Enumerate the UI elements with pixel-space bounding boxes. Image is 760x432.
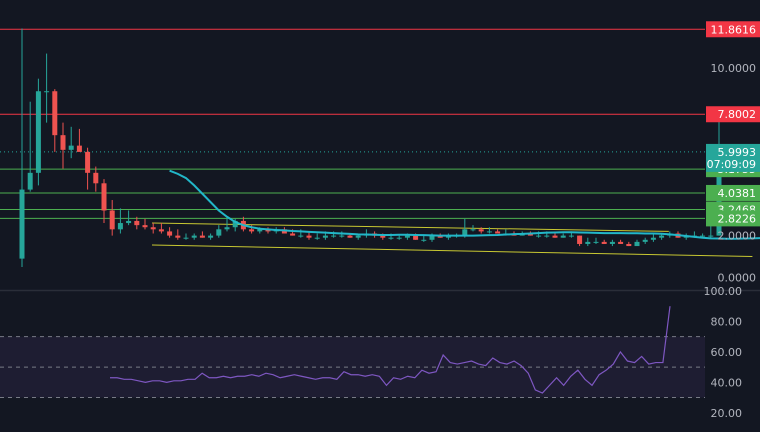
candle-body: [404, 235, 410, 238]
candle-body: [618, 241, 624, 244]
candle-body: [35, 91, 41, 173]
level-label: 11.8616: [711, 23, 757, 36]
level-label: 7.8002: [718, 108, 757, 121]
candle-body: [27, 172, 33, 190]
candle-body: [585, 241, 591, 244]
candle-body: [158, 229, 164, 232]
candle-body: [290, 233, 296, 236]
candle-body: [413, 235, 419, 240]
candle-body: [634, 241, 640, 247]
candle-body: [331, 235, 337, 237]
candle-body: [85, 151, 91, 173]
candle-body: [101, 183, 107, 211]
rsi-axis-tick-label: 20.00: [711, 407, 743, 420]
candle-body: [150, 227, 156, 230]
rsi-axis-tick-label: 40.00: [711, 376, 743, 389]
candle-body: [298, 235, 304, 237]
candle-body: [208, 235, 214, 238]
candle-body: [601, 241, 607, 244]
candle-body: [339, 235, 345, 237]
candle-body: [183, 237, 189, 239]
price-axis-tick-label: 2.0000: [718, 230, 757, 243]
candle-body: [552, 235, 558, 238]
rsi-axis-tick-label: 80.00: [711, 315, 743, 328]
candle-body: [650, 237, 656, 240]
price-axis-tick-label: 0.0000: [718, 271, 757, 284]
candle-body: [642, 239, 648, 242]
candle-body: [117, 223, 123, 230]
candle-body: [322, 235, 328, 238]
candle-body: [249, 229, 255, 232]
candle-body: [76, 145, 82, 152]
candle-body: [167, 231, 173, 236]
candle-body: [700, 235, 706, 237]
candle-body: [536, 235, 542, 237]
candle-body: [19, 189, 25, 259]
candle-body: [478, 229, 484, 232]
candle-body: [577, 235, 583, 244]
candle-body: [388, 237, 394, 239]
candle-body: [626, 243, 632, 247]
candle-body: [68, 145, 74, 150]
candle-body: [568, 235, 574, 237]
candle-body: [52, 91, 58, 136]
candle-body: [396, 237, 402, 239]
candle-body: [224, 227, 230, 230]
candle-body: [593, 241, 599, 243]
candle-body: [126, 220, 132, 224]
candle-body: [44, 91, 50, 93]
candle-body: [355, 235, 361, 238]
trading-chart: 10.00002.00000.000011.86167.80025.17554.…: [0, 0, 760, 428]
candle-body: [708, 235, 714, 237]
candle-body: [109, 210, 115, 230]
candle-body: [306, 235, 312, 238]
countdown-label: 07:09:09: [707, 158, 756, 171]
candle-body: [60, 135, 66, 150]
candle-body: [199, 235, 205, 238]
candle-body: [314, 237, 320, 239]
chart-root: 10.00002.00000.000011.86167.80025.17554.…: [0, 0, 760, 428]
candle-body: [560, 235, 566, 238]
candle-body: [191, 235, 197, 238]
candle-body: [93, 172, 99, 184]
candle-body: [544, 235, 550, 237]
candle-body: [421, 239, 427, 241]
level-label: 4.0381: [718, 187, 757, 200]
candle-body: [486, 231, 492, 233]
candle-body: [470, 229, 476, 231]
price-axis-tick-label: 10.0000: [711, 62, 757, 75]
candle-body: [609, 241, 615, 244]
candle-body: [659, 235, 665, 238]
candle-body: [347, 235, 353, 238]
rsi-axis-tick-label: 100.00: [704, 285, 743, 298]
candle-body: [175, 235, 181, 238]
candle-body: [495, 231, 501, 234]
candle-body: [216, 229, 222, 236]
candle-body: [134, 220, 140, 226]
level-label: 2.8226: [718, 212, 757, 225]
rsi-axis-tick-label: 60.00: [711, 346, 743, 359]
candle-body: [142, 225, 148, 228]
